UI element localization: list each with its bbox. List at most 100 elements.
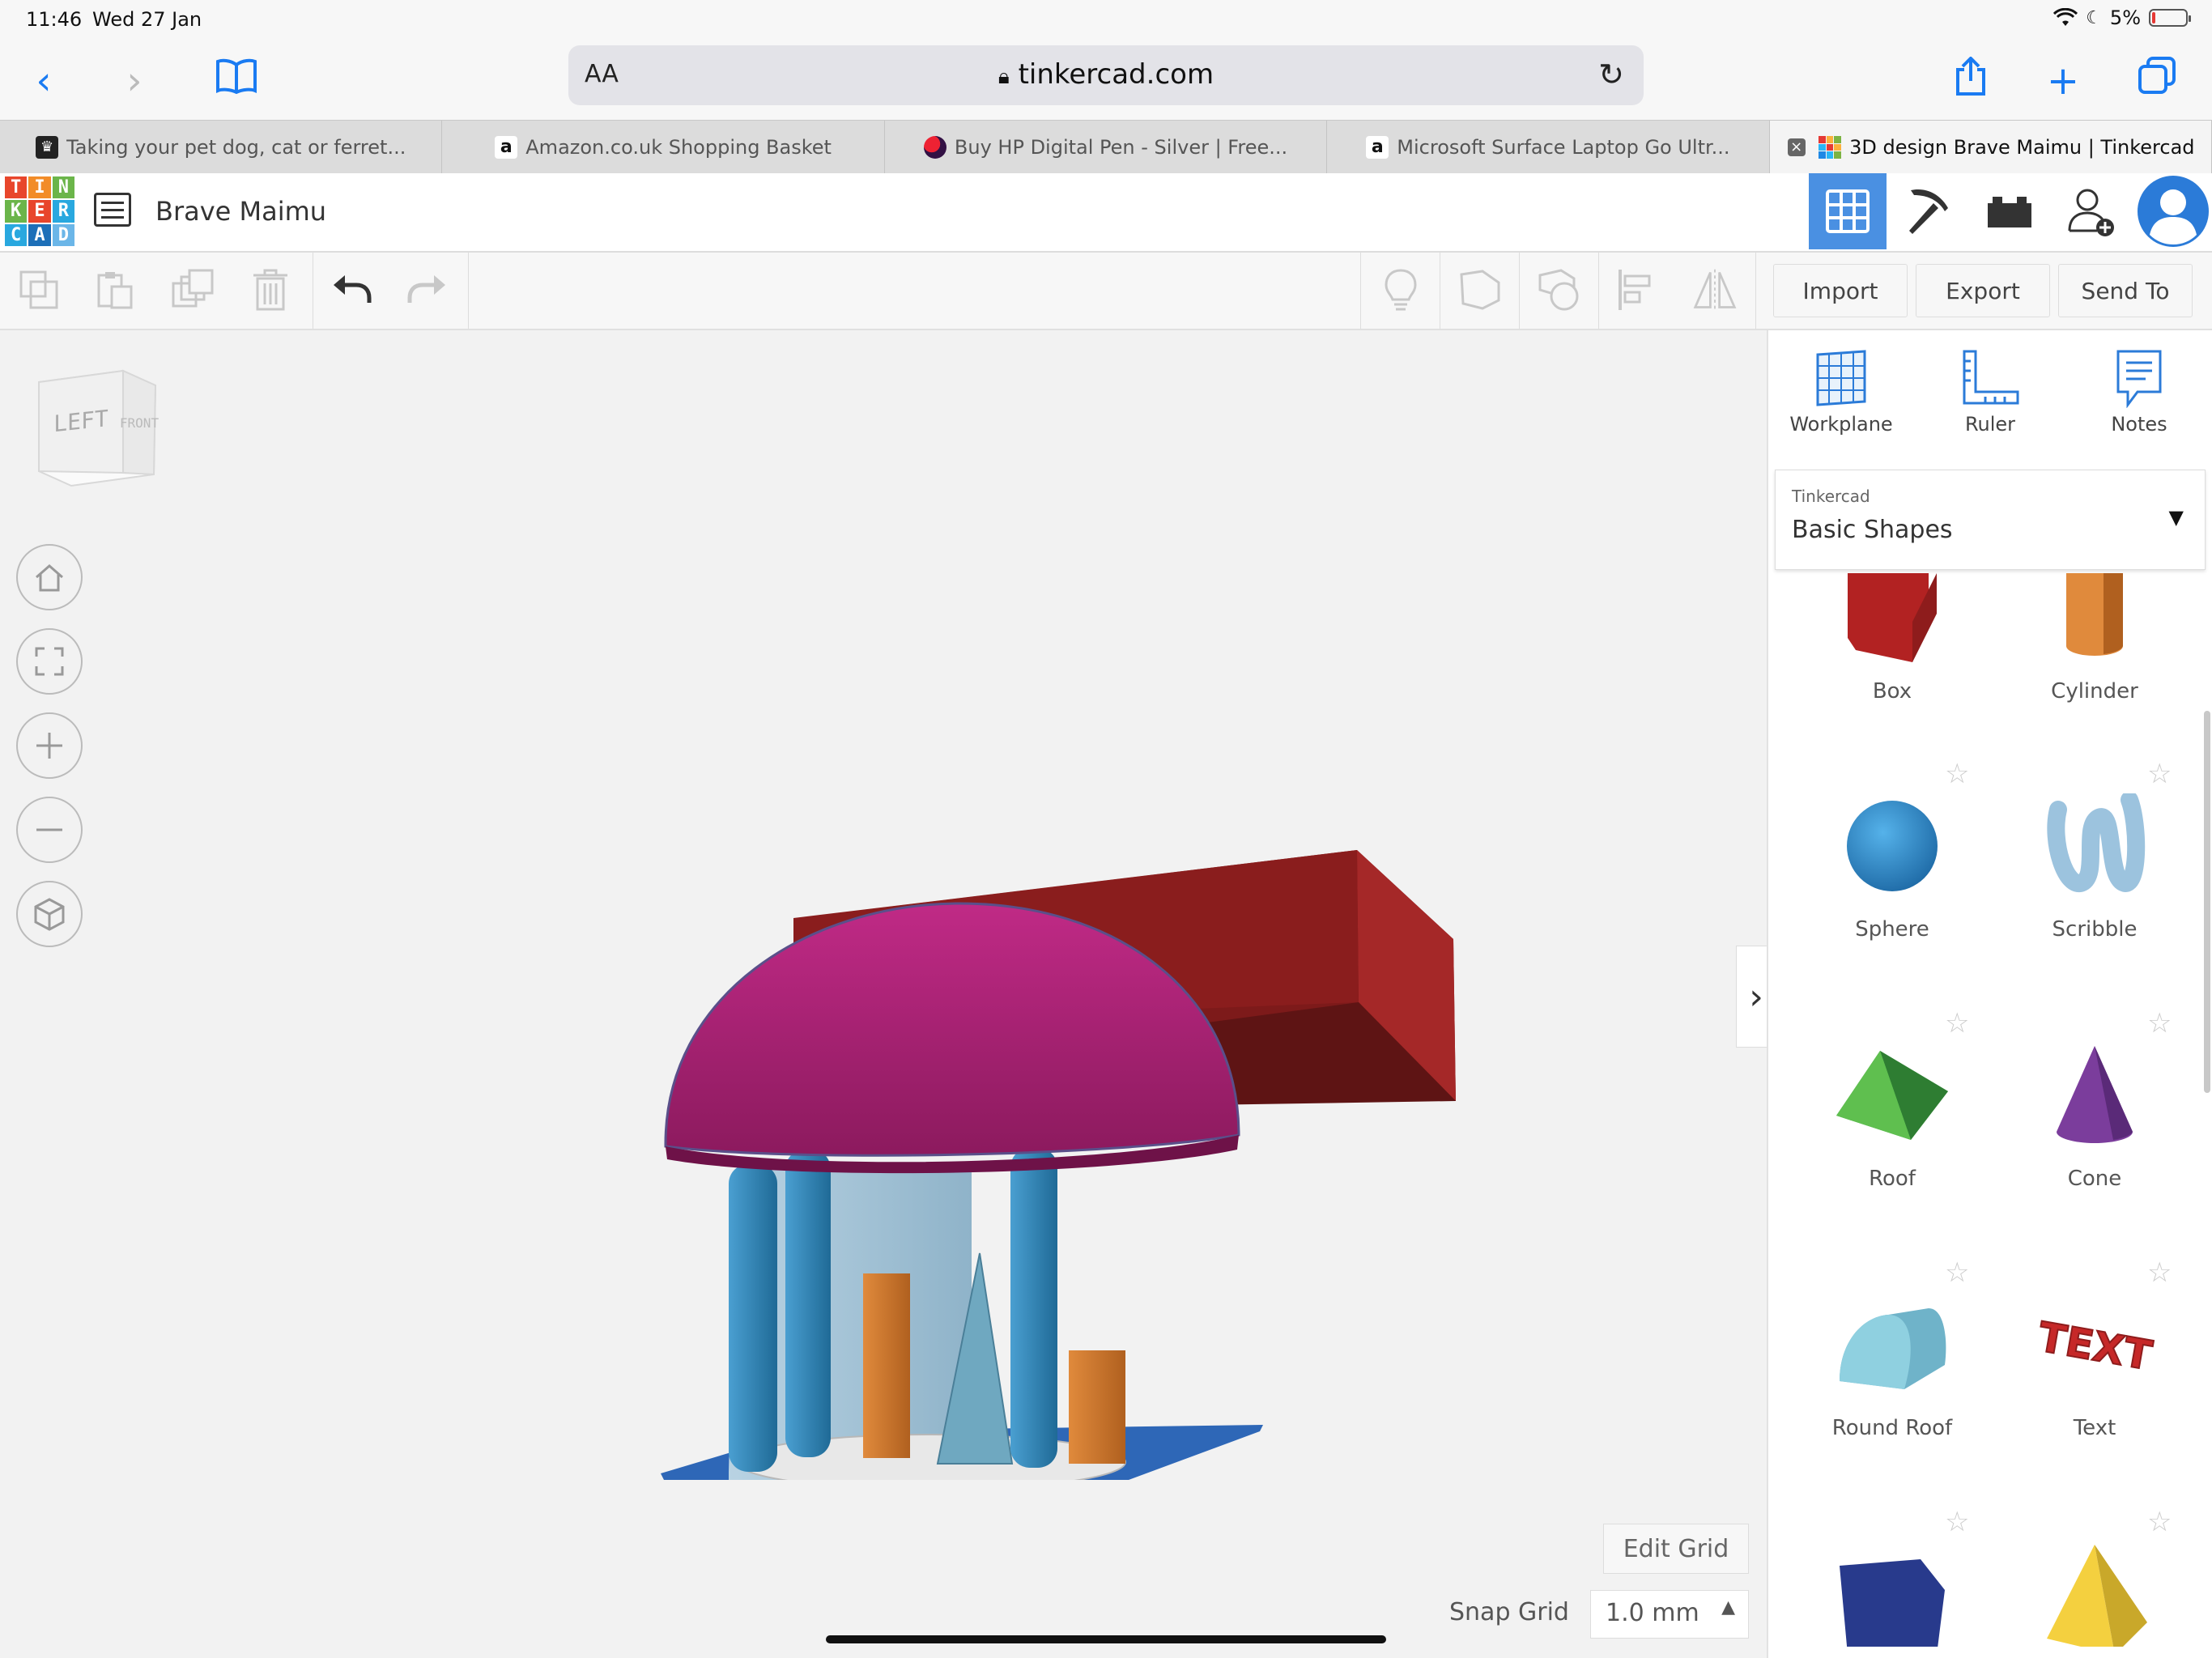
logo-letter: E	[28, 200, 51, 223]
battery-icon	[2149, 9, 2191, 27]
shape-sphere[interactable]: Sphere	[1791, 793, 1993, 942]
shape-text[interactable]: TEXT Text	[1993, 1292, 2196, 1440]
forward-icon[interactable]: ›	[110, 57, 159, 105]
favorite-star-icon[interactable]: ☆	[1945, 758, 1969, 790]
bookmarks-icon[interactable]	[212, 57, 261, 105]
favorite-star-icon[interactable]: ☆	[1945, 1256, 1969, 1289]
zoom-out-button[interactable]	[16, 797, 83, 863]
tabs-overview-icon[interactable]	[2133, 57, 2181, 105]
home-indicator[interactable]	[826, 1635, 1386, 1643]
logo-letter: T	[5, 176, 28, 199]
redo-icon[interactable]	[405, 267, 450, 312]
3d-scene[interactable]	[632, 832, 1474, 1480]
favorite-star-icon[interactable]: ☆	[2147, 1506, 2172, 1538]
favorite-star-icon[interactable]: ☆	[2147, 758, 2172, 790]
status-time: 11:46	[26, 8, 83, 31]
pillar-object[interactable]	[1010, 1148, 1057, 1468]
snap-grid-select[interactable]: 1.0 mm ▲	[1590, 1590, 1749, 1639]
new-tab-icon[interactable]: +	[2039, 57, 2087, 105]
browser-tab[interactable]: ♛ Taking your pet dog, cat or ferret...	[0, 121, 443, 174]
blocks-button[interactable]	[1890, 173, 1967, 249]
export-button[interactable]: Export	[1916, 264, 2050, 317]
shape-scribble[interactable]: Scribble	[1993, 791, 2196, 942]
back-icon[interactable]: ‹	[19, 57, 68, 105]
roof-shape-icon	[1836, 1051, 1948, 1140]
view-cube-front-label[interactable]: FRONT	[120, 415, 160, 431]
shape-cone[interactable]: Cone	[1993, 1043, 2196, 1191]
cone-shape-icon	[2057, 1046, 2133, 1143]
view-cube[interactable]: LEFT FRONT	[32, 368, 170, 489]
snap-grid-label: Snap Grid	[1449, 1598, 1569, 1626]
address-bar[interactable]: AA 🔒︎ tinkercad.com ↻	[568, 45, 1644, 105]
logo-letter: R	[52, 200, 74, 223]
copy-icon[interactable]	[16, 267, 62, 312]
tab-title: 3D design Brave Maimu | Tinkercad	[1849, 136, 2195, 159]
fit-view-button[interactable]	[16, 628, 83, 695]
duplicate-icon[interactable]	[170, 267, 215, 312]
share-icon[interactable]	[1946, 56, 1995, 105]
delete-icon[interactable]	[248, 267, 293, 312]
favorite-star-icon[interactable]: ☆	[2147, 1256, 2172, 1289]
sidebar-scrollbar[interactable]	[2204, 711, 2210, 1093]
grid-view-icon	[1826, 189, 1870, 233]
3d-view-button[interactable]	[1809, 173, 1887, 249]
paste-icon[interactable]	[92, 267, 138, 312]
shape-roof[interactable]: Roof	[1791, 1043, 1993, 1191]
shape-cylinder[interactable]: Cylinder	[1993, 573, 2196, 704]
import-button[interactable]: Import	[1773, 264, 1908, 317]
undo-icon[interactable]	[329, 267, 374, 312]
shape-box[interactable]: Box	[1791, 573, 1993, 704]
workplane-tool[interactable]: Workplane	[1776, 348, 1906, 436]
pickaxe-icon	[1909, 189, 1948, 234]
group-icon[interactable]	[1537, 267, 1582, 312]
home-view-button[interactable]	[16, 544, 83, 610]
invite-user-button[interactable]	[2052, 173, 2129, 249]
favorite-star-icon[interactable]: ☆	[1945, 1007, 1969, 1039]
tab-title: Amazon.co.uk Shopping Basket	[525, 136, 832, 159]
orthographic-view-button[interactable]	[16, 881, 83, 947]
favorite-star-icon[interactable]: ☆	[2147, 1007, 2172, 1039]
add-user-icon	[2068, 189, 2114, 236]
shape-library-select[interactable]: Tinkercad Basic Shapes ▼	[1775, 470, 2206, 570]
browser-tab[interactable]: Buy HP Digital Pen - Silver | Free...	[885, 121, 1328, 174]
bricks-button[interactable]	[1971, 173, 2048, 249]
pyramid-shape-icon	[2047, 1545, 2147, 1655]
mirror-icon[interactable]	[1692, 267, 1738, 312]
browser-tab-active[interactable]: × 3D design Brave Maimu | Tinkercad	[1769, 121, 2212, 174]
shape-label: Round Roof	[1831, 1416, 1953, 1440]
notes-tool[interactable]: Notes	[2074, 348, 2204, 436]
zoom-in-button[interactable]	[16, 712, 83, 779]
shape-polygon[interactable]	[1791, 1541, 1993, 1655]
shape-pyramid[interactable]	[1993, 1541, 2196, 1655]
account-avatar[interactable]	[2134, 173, 2212, 249]
close-tab-icon[interactable]: ×	[1787, 138, 1806, 156]
ruler-tool[interactable]: Ruler	[1925, 348, 2055, 436]
wifi-icon	[2053, 8, 2078, 26]
tab-title: Buy HP Digital Pen - Silver | Free...	[954, 136, 1288, 159]
note-shape-icon[interactable]	[1457, 267, 1503, 312]
tinkercad-logo[interactable]: T I N K E R C A D	[5, 176, 74, 246]
ruler-label: Ruler	[1964, 413, 2016, 436]
scribble-shape-icon	[2047, 791, 2146, 892]
browser-nav-bar: ‹ › AA 🔒︎ tinkercad.com ↻ +	[0, 39, 2212, 120]
favorite-star-icon[interactable]: ☆	[1945, 1506, 1969, 1538]
send-to-button[interactable]: Send To	[2058, 264, 2193, 317]
lightbulb-icon[interactable]	[1378, 267, 1423, 312]
3d-viewport[interactable]: LEFT FRONT › Edit Grid Snap Grid 1.0 mm …	[0, 330, 1776, 1658]
amazon-icon: a	[495, 136, 518, 159]
browser-tab[interactable]: a Microsoft Surface Laptop Go Ultr...	[1327, 121, 1770, 174]
browser-tab[interactable]: a Amazon.co.uk Shopping Basket	[442, 121, 885, 174]
edit-grid-button[interactable]: Edit Grid	[1603, 1524, 1749, 1574]
reload-icon[interactable]: ↻	[1598, 57, 1624, 92]
align-icon[interactable]	[1614, 267, 1660, 312]
cylinder-object[interactable]	[863, 1273, 910, 1458]
cylinder-object[interactable]	[1069, 1350, 1125, 1464]
workplane-label: Workplane	[1789, 413, 1893, 436]
design-title[interactable]: Brave Maimu	[155, 196, 326, 227]
pillar-object[interactable]	[785, 1150, 831, 1457]
design-list-icon[interactable]	[94, 193, 131, 227]
shape-round-roof[interactable]: Round Roof	[1791, 1292, 1993, 1440]
pillar-object[interactable]	[729, 1164, 777, 1472]
tab-title: Microsoft Surface Laptop Go Ultr...	[1397, 136, 1730, 159]
library-name-label: Basic Shapes	[1792, 516, 1953, 544]
